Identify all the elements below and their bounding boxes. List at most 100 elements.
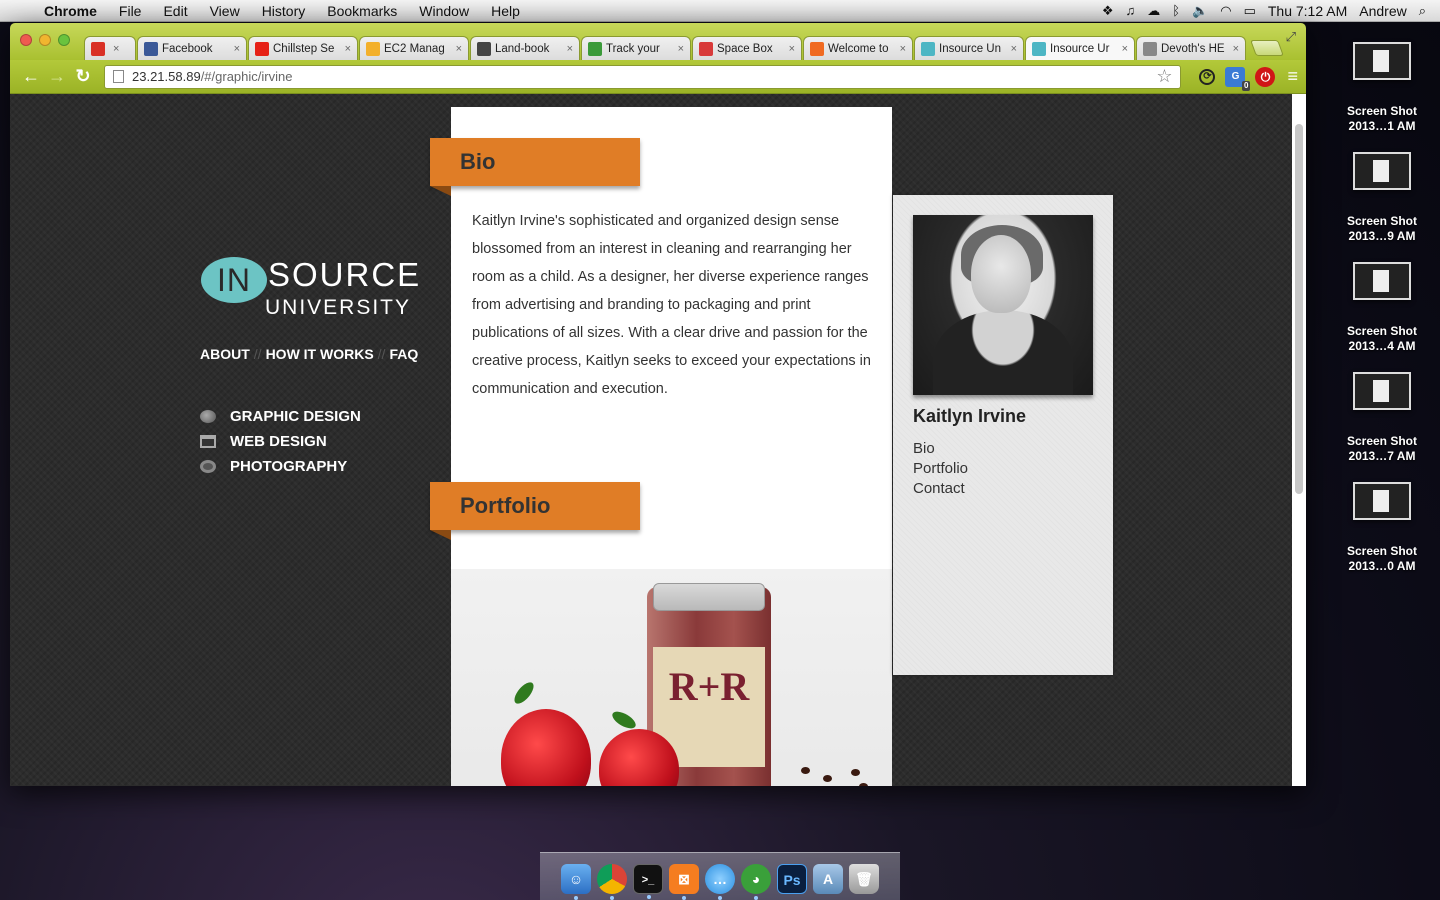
back-button[interactable]: ← — [18, 66, 44, 87]
browser-tab[interactable]: Track your × — [581, 36, 691, 60]
screenshot-thumbnail — [1353, 482, 1411, 520]
close-tab-icon[interactable]: × — [567, 43, 573, 55]
profile-link-contact[interactable]: Contact — [913, 479, 968, 499]
minimize-window-button[interactable] — [39, 34, 51, 46]
browser-tab[interactable]: EC2 Manag × — [359, 36, 469, 60]
portfolio-image-jam-jar[interactable]: R+R — [451, 569, 892, 786]
chrome-menu-icon[interactable]: ≡ — [1287, 66, 1298, 87]
close-tab-icon[interactable]: × — [789, 43, 795, 55]
close-tab-icon[interactable]: × — [678, 43, 684, 55]
spotlight-search-icon[interactable]: ⌕ — [1419, 3, 1426, 19]
menu-app-name[interactable]: Chrome — [40, 3, 108, 19]
address-url[interactable]: 23.21.58.89/#/graphic/irvine — [132, 69, 1156, 84]
menu-view[interactable]: View — [199, 3, 251, 19]
forward-button[interactable]: → — [44, 66, 70, 87]
zoom-window-button[interactable] — [58, 34, 70, 46]
trash-icon[interactable]: 🗑 — [849, 864, 879, 894]
spacebox-icon — [699, 41, 713, 56]
close-tab-icon[interactable]: × — [1233, 43, 1239, 55]
nav-about[interactable]: ABOUT — [200, 346, 250, 362]
nav-separator: // — [377, 346, 386, 362]
menu-edit[interactable]: Edit — [152, 3, 198, 19]
cloud-icon[interactable]: ☁ — [1147, 3, 1160, 19]
close-tab-icon[interactable]: × — [1122, 43, 1128, 55]
xampp-icon[interactable]: ⊠ — [669, 864, 699, 900]
battery-icon[interactable]: ▭ — [1244, 3, 1256, 19]
tab-label: Devoth's HE — [1161, 42, 1225, 55]
tab-label: Space Box — [717, 42, 773, 55]
applications-folder-icon[interactable]: A — [813, 864, 843, 894]
close-tab-icon[interactable]: × — [456, 43, 462, 55]
main-content-column: Bio Kaitlyn Irvine's sophisticated and o… — [430, 107, 892, 786]
menubar-user[interactable]: Andrew — [1359, 3, 1406, 19]
menu-bookmarks[interactable]: Bookmarks — [316, 3, 408, 19]
headphones-icon[interactable]: ♫ — [1125, 3, 1135, 18]
close-tab-icon[interactable]: × — [345, 43, 351, 55]
menu-window[interactable]: Window — [408, 3, 480, 19]
reload-button[interactable]: ↻ — [70, 66, 96, 87]
bluetooth-icon[interactable]: ᛒ — [1172, 3, 1180, 18]
desktop-screenshot-file[interactable]: Screen Shot 2013…9 AM — [1336, 152, 1428, 244]
menubar-clock[interactable]: Thu 7:12 AM — [1268, 3, 1347, 19]
browser-tab[interactable]: Devoth's HE × — [1136, 36, 1246, 60]
scrollbar-thumb[interactable] — [1295, 124, 1303, 494]
nav-how-it-works[interactable]: HOW IT WORKS — [266, 346, 374, 362]
leaf-shape — [511, 679, 537, 707]
photo-body-shape — [933, 310, 1073, 395]
photoshop-icon[interactable]: Ps — [777, 864, 807, 894]
browser-tab[interactable]: × — [84, 36, 136, 60]
profile-link-bio[interactable]: Bio — [913, 439, 968, 459]
menu-history[interactable]: History — [251, 3, 317, 19]
close-tab-icon[interactable]: × — [113, 43, 119, 55]
tab-strip: × Facebook × Chillstep Se × EC2 Manag × Land-bo… — [10, 23, 1306, 60]
close-tab-icon[interactable]: × — [1011, 43, 1017, 55]
browser-window-icon — [200, 435, 216, 448]
camera-lens-icon — [200, 460, 216, 473]
site-logo[interactable]: IN SOURCE UNIVERSITY — [200, 254, 420, 320]
finder-icon[interactable]: ☺ — [561, 864, 591, 900]
category-web-design[interactable]: WEB DESIGN — [200, 429, 361, 454]
desktop-file-label: Screen Shot 2013…4 AM — [1346, 324, 1418, 353]
fullscreen-icon[interactable]: ⤢ — [1286, 29, 1296, 45]
messages-icon[interactable]: … — [705, 864, 735, 900]
aws-icon — [366, 41, 380, 56]
wifi-icon[interactable]: ◠ — [1220, 3, 1231, 19]
terminal-icon[interactable]: >_ — [633, 864, 663, 899]
logo-in-bubble: IN — [201, 257, 267, 303]
extension-badge-icon[interactable]: G0 — [1225, 66, 1251, 91]
desktop-screenshot-file[interactable]: Screen Shot 2013…4 AM — [1336, 262, 1428, 354]
category-photography[interactable]: PHOTOGRAPHY — [200, 454, 361, 479]
mac-dock: ☺ >_ ⊠ … ◕ Ps A 🗑 — [540, 852, 900, 900]
new-tab-button[interactable] — [1250, 40, 1284, 56]
desktop-screenshot-file[interactable]: Screen Shot 2013…0 AM — [1336, 482, 1428, 574]
volume-icon[interactable]: 🔈 — [1192, 3, 1208, 19]
browser-tab[interactable]: Space Box × — [692, 36, 802, 60]
site-top-nav: ABOUT // HOW IT WORKS // FAQ — [200, 346, 418, 362]
nav-faq[interactable]: FAQ — [389, 346, 418, 362]
browser-tab[interactable]: Insource Un × — [914, 36, 1024, 60]
close-tab-icon[interactable]: × — [900, 43, 906, 55]
browser-tab[interactable]: Welcome to × — [803, 36, 913, 60]
page-scrollbar[interactable] — [1292, 94, 1306, 786]
adium-icon[interactable]: ◕ — [741, 864, 771, 900]
close-window-button[interactable] — [20, 34, 32, 46]
sync-extension-icon[interactable]: ⟳ — [1199, 68, 1216, 85]
category-graphic-design[interactable]: GRAPHIC DESIGN — [200, 404, 361, 429]
profile-link-portfolio[interactable]: Portfolio — [913, 459, 968, 479]
chrome-icon[interactable] — [597, 864, 627, 900]
browser-tab[interactable]: Insource Ur × — [1025, 36, 1135, 60]
browser-tab[interactable]: Land-book × — [470, 36, 580, 60]
dropbox-icon[interactable]: ❖ — [1102, 3, 1114, 19]
desktop-screenshot-file[interactable]: Screen Shot 2013…7 AM — [1336, 372, 1428, 464]
browser-tab[interactable]: Chillstep Se × — [248, 36, 358, 60]
menu-help[interactable]: Help — [480, 3, 531, 19]
browser-tab[interactable]: Facebook × — [137, 36, 247, 60]
close-tab-icon[interactable]: × — [234, 43, 240, 55]
adblock-icon[interactable]: ⏻ — [1255, 66, 1276, 87]
desktop-screenshot-file[interactable]: Screen Shot 2013…1 AM — [1336, 42, 1428, 134]
chocolate-chip-shape — [859, 783, 868, 786]
menu-file[interactable]: File — [108, 3, 153, 19]
bookmark-star-icon[interactable]: ☆ — [1156, 66, 1172, 87]
address-bar[interactable]: 23.21.58.89/#/graphic/irvine ☆ — [104, 64, 1182, 89]
browser-toolbar: ← → ↻ 23.21.58.89/#/graphic/irvine ☆ ⟳ G… — [10, 60, 1306, 94]
